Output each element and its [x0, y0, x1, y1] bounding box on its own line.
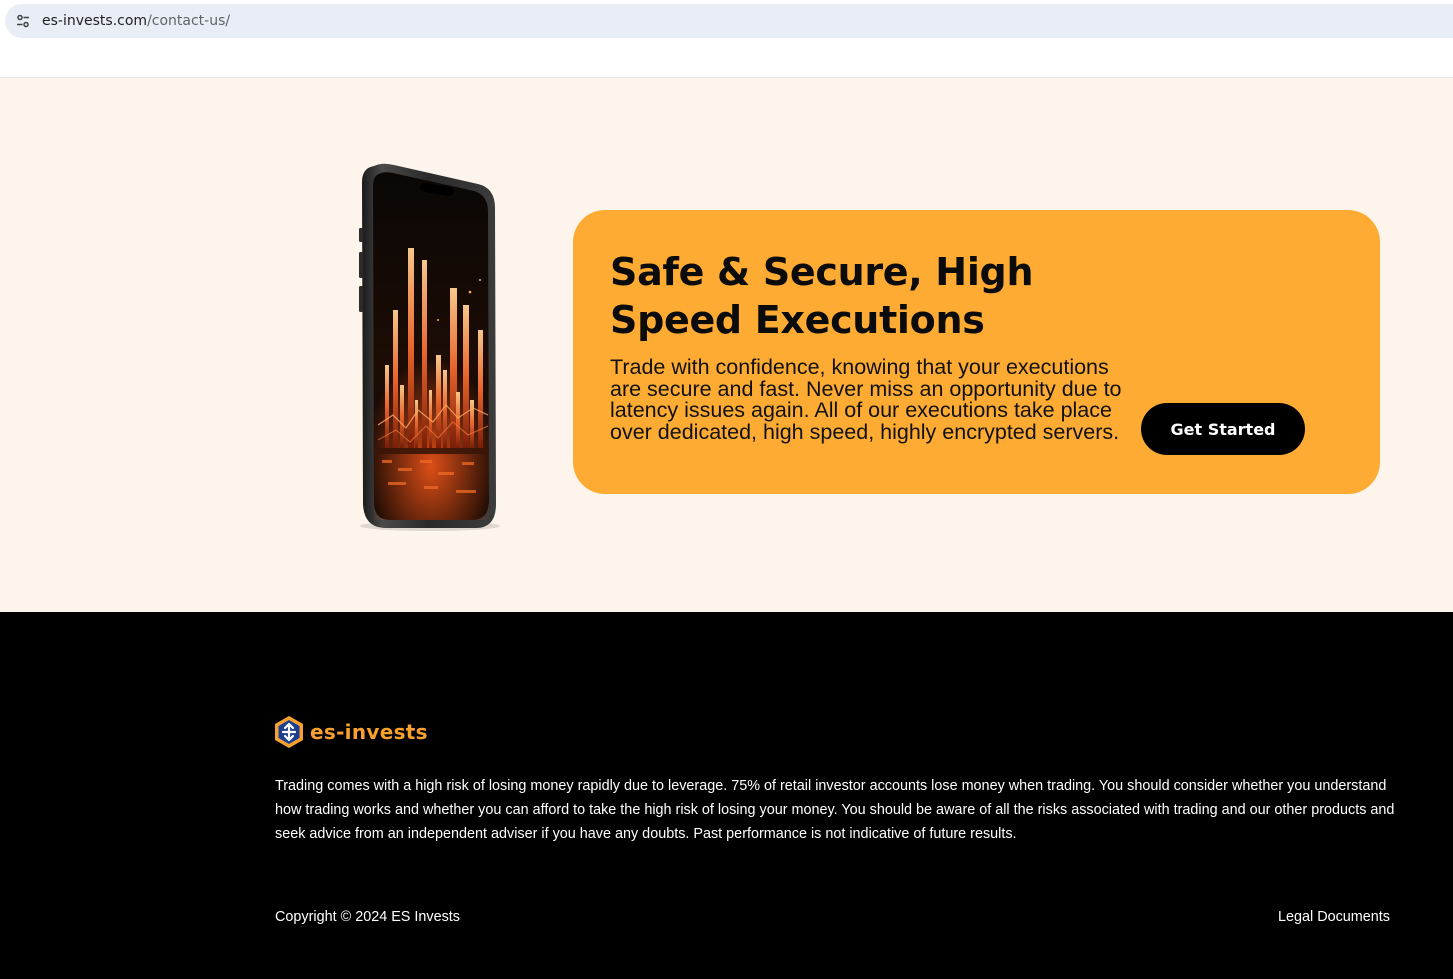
risk-disclaimer: Trading comes with a high risk of losing…	[275, 778, 1395, 842]
brand-name: es-invests	[310, 720, 428, 744]
footer-brand[interactable]: es-invests	[274, 715, 428, 749]
cta-card: Safe & Secure, High Speed Executions Tra…	[573, 210, 1380, 494]
phone-chart-image	[338, 160, 508, 534]
url-domain: es-invests.com	[42, 13, 148, 29]
site-header	[0, 40, 1453, 78]
hero-section: Safe & Secure, High Speed Executions Tra…	[0, 78, 1453, 612]
copyright-text: Copyright © 2024 ES Invests	[275, 909, 460, 925]
url-field[interactable]: es-invests.com/contact-us/	[5, 4, 1453, 38]
cta-description: Trade with confidence, knowing that your…	[610, 355, 1122, 444]
browser-address-bar: es-invests.com/contact-us/	[0, 0, 1453, 40]
tune-icon[interactable]	[15, 13, 31, 29]
get-started-button[interactable]: Get Started	[1141, 403, 1305, 455]
url-text[interactable]: es-invests.com/contact-us/	[42, 13, 230, 29]
site-footer: es-invests Trading comes with a high ris…	[0, 612, 1453, 979]
es-invests-logo-icon	[274, 715, 304, 749]
url-path: /contact-us/	[147, 13, 231, 29]
cta-title: Safe & Secure, High Speed Executions	[610, 250, 1034, 342]
legal-documents-link[interactable]: Legal Documents	[1278, 909, 1390, 925]
